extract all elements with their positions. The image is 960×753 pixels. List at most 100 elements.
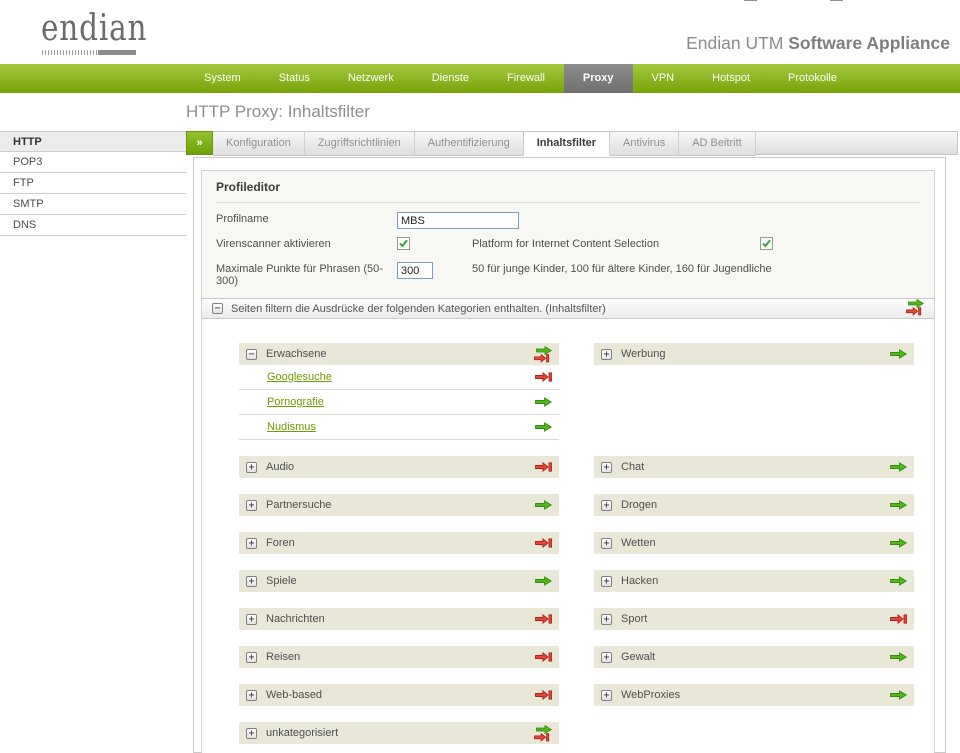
form-row-profilname: Profilname xyxy=(216,210,920,235)
category-row-gewalt[interactable]: +Gewalt xyxy=(594,646,914,668)
block-arrow-icon[interactable] xyxy=(535,372,552,382)
subcategory-link-nudismus[interactable]: Nudismus xyxy=(267,421,535,433)
category-cell: + Nachrichten xyxy=(239,608,559,630)
block-arrow-icon[interactable] xyxy=(535,462,552,472)
expand-icon[interactable]: + xyxy=(601,462,612,473)
allow-arrow-icon[interactable] xyxy=(890,500,907,510)
expand-icon[interactable]: + xyxy=(601,538,612,549)
expand-icon[interactable]: + xyxy=(601,690,612,701)
expand-icon[interactable]: + xyxy=(601,652,612,663)
category-row-web-based[interactable]: +Web-based xyxy=(239,684,559,706)
category-row-sport[interactable]: +Sport xyxy=(594,608,914,630)
virenscanner-control xyxy=(397,235,472,252)
expand-icon[interactable]: + xyxy=(601,576,612,587)
logo-bar-decoration xyxy=(98,50,136,55)
tab-authentifizierung[interactable]: Authentifizierung xyxy=(415,132,524,156)
pics-label: Platform for Internet Content Selection xyxy=(472,235,760,250)
allow-arrow-icon[interactable] xyxy=(890,462,907,472)
category-row-nachrichten[interactable]: + Nachrichten xyxy=(239,608,559,630)
expand-icon[interactable]: + xyxy=(246,576,257,587)
category-row-wetten[interactable]: +Wetten xyxy=(594,532,914,554)
block-arrow-icon[interactable] xyxy=(535,690,552,700)
subcategory-link-googlesuche[interactable]: Googlesuche xyxy=(267,371,535,383)
expand-icon[interactable]: + xyxy=(246,500,257,511)
allow-arrow-icon[interactable] xyxy=(535,397,552,407)
allow-block-arrow-icon[interactable] xyxy=(534,346,552,363)
category-row-foren[interactable]: +Foren xyxy=(239,532,559,554)
nav-item-hotspot[interactable]: Hotspot xyxy=(693,64,769,93)
category-row-audio[interactable]: +Audio xyxy=(239,456,559,478)
nav-item-system[interactable]: System xyxy=(185,64,260,93)
expand-icon[interactable]: + xyxy=(601,614,612,625)
sidebar-item-ftp[interactable]: FTP xyxy=(0,173,186,194)
nav-item-firewall[interactable]: Firewall xyxy=(488,64,564,93)
category-row-chat[interactable]: +Chat xyxy=(594,456,914,478)
tab-konfiguration[interactable]: Konfiguration xyxy=(213,132,305,156)
expand-icon[interactable]: + xyxy=(246,728,257,739)
sidebar-item-http[interactable]: HTTP xyxy=(0,131,186,152)
block-arrow-icon[interactable] xyxy=(535,538,552,548)
expand-icon[interactable]: + xyxy=(246,462,257,473)
topbar-link-abmelden[interactable]: Abmelden xyxy=(830,0,898,1)
nav-item-vpn[interactable]: VPN xyxy=(633,64,694,93)
expand-icon[interactable]: + xyxy=(601,500,612,511)
category-cell: +Chat xyxy=(594,456,914,478)
expand-icon[interactable]: + xyxy=(246,614,257,625)
allow-arrow-icon[interactable] xyxy=(890,652,907,662)
profilname-label: Profilname xyxy=(216,210,397,225)
block-arrow-icon[interactable] xyxy=(890,614,907,624)
category-row-drogen[interactable]: +Drogen xyxy=(594,494,914,516)
nav-item-proxy[interactable]: Proxy xyxy=(564,64,633,93)
profilname-input[interactable] xyxy=(397,212,519,229)
category-row-reisen[interactable]: + Reisen xyxy=(239,646,559,668)
allow-arrow-icon[interactable] xyxy=(535,576,552,586)
category-label: Reisen xyxy=(266,651,535,663)
category-cell: +Sport xyxy=(594,608,914,630)
sidebar-item-smtp[interactable]: SMTP xyxy=(0,194,186,215)
collapse-icon[interactable]: − xyxy=(246,349,257,360)
category-row-werbung[interactable]: +Werbung xyxy=(594,343,914,365)
block-arrow-icon[interactable] xyxy=(535,614,552,624)
subcategory-link-pornografie[interactable]: Pornografie xyxy=(267,396,535,408)
category-row-unkategorisiert[interactable]: +unkategorisiert xyxy=(239,722,559,744)
sidebar-item-pop3[interactable]: POP3 xyxy=(0,152,186,173)
allow-block-arrow-icon[interactable] xyxy=(906,299,924,316)
virenscanner-checkbox[interactable] xyxy=(397,237,410,250)
expand-icon[interactable]: + xyxy=(601,349,612,360)
expand-icon[interactable]: + xyxy=(246,538,257,549)
topbar-link-hilfe[interactable]: Hilfe xyxy=(744,0,784,1)
category-row-spiele[interactable]: +Spiele xyxy=(239,570,559,592)
tab-overflow-button[interactable]: » xyxy=(186,131,213,155)
tab-inhaltsfilter[interactable]: Inhaltsfilter xyxy=(523,132,610,156)
allow-arrow-icon[interactable] xyxy=(890,576,907,586)
allow-arrow-icon[interactable] xyxy=(535,500,552,510)
block-arrow-icon[interactable] xyxy=(535,652,552,662)
category-row-partnersuche[interactable]: +Partnersuche xyxy=(239,494,559,516)
allow-block-arrow-icon[interactable] xyxy=(534,725,552,742)
profile-editor-section: Profileditor Profilname Virenscanner akt… xyxy=(202,171,934,298)
category-cell: +Wetten xyxy=(594,532,914,554)
category-row-hacken[interactable]: +Hacken xyxy=(594,570,914,592)
category-row-erwachsene[interactable]: −Erwachsene xyxy=(239,343,559,365)
collapse-icon[interactable]: − xyxy=(212,303,223,314)
sidebar-item-dns[interactable]: DNS xyxy=(0,215,186,236)
nav-item-dienste[interactable]: Dienste xyxy=(413,64,488,93)
allow-arrow-icon[interactable] xyxy=(890,538,907,548)
topbar-link-label: Hilfe xyxy=(762,0,784,1)
allow-arrow-icon[interactable] xyxy=(890,690,907,700)
category-label: Nachrichten xyxy=(266,613,535,625)
allow-arrow-icon[interactable] xyxy=(535,422,552,432)
tab-antivirus[interactable]: Antivirus xyxy=(610,132,679,156)
expand-icon[interactable]: + xyxy=(246,690,257,701)
category-row-webproxies[interactable]: +WebProxies xyxy=(594,684,914,706)
nav-item-status[interactable]: Status xyxy=(260,64,329,93)
max-points-input[interactable] xyxy=(397,262,433,279)
tab-zugriffsrichtlinien[interactable]: Zugriffsrichtlinien xyxy=(305,132,415,156)
nav-item-netzwerk[interactable]: Netzwerk xyxy=(329,64,413,93)
pics-checkbox[interactable] xyxy=(760,237,773,250)
tab-ad-beitritt[interactable]: AD Beitritt xyxy=(679,132,756,156)
expand-icon[interactable]: + xyxy=(246,652,257,663)
tab-strip-filler xyxy=(756,132,957,155)
allow-arrow-icon[interactable] xyxy=(890,349,907,359)
nav-item-protokolle[interactable]: Protokolle xyxy=(769,64,856,93)
